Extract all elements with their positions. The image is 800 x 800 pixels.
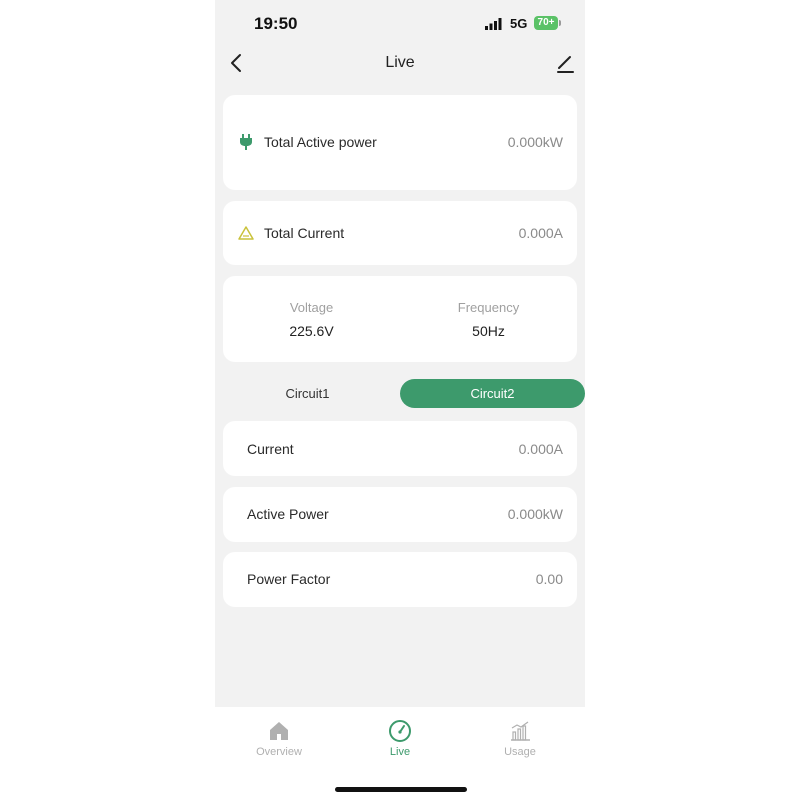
power-factor-value: 0.00 [535, 571, 563, 587]
nav-label-live: Live [389, 746, 411, 758]
home-icon [270, 722, 288, 740]
warning-triangle-icon [238, 226, 254, 240]
total-current-label: Total Current [264, 225, 345, 241]
circuit-tabs: Circuit1 Circuit2 [215, 379, 585, 409]
battery-tip [559, 20, 561, 26]
tab-circuit2[interactable]: Circuit2 [400, 379, 585, 408]
nav-label-overview: Overview [256, 746, 302, 758]
frequency-label: Frequency [457, 300, 520, 315]
total-active-power-card: Total Active power 0.000kW [223, 95, 577, 190]
nav-item-live[interactable]: Live [360, 719, 440, 758]
signal-icon [485, 18, 502, 30]
power-factor-card: Power Factor 0.00 [223, 552, 577, 607]
gauge-icon [389, 720, 411, 742]
voltage-label: Voltage [289, 300, 334, 315]
home-indicator[interactable] [335, 787, 467, 792]
status-time: 19:50 [254, 14, 298, 33]
phone-screen: 19:50 5G 70+ Live Total Active power 0.0… [215, 0, 585, 800]
current-label: Current [247, 441, 294, 457]
current-value: 0.000A [518, 441, 563, 457]
nav-label-usage: Usage [504, 746, 536, 758]
total-active-power-value: 0.000kW [507, 134, 563, 150]
active-power-label: Active Power [247, 506, 329, 522]
edit-pencil-icon[interactable] [555, 52, 575, 74]
current-card: Current 0.000A [223, 421, 577, 476]
active-power-card: Active Power 0.000kW [223, 487, 577, 542]
frequency-value: 50Hz [472, 323, 505, 339]
nav-item-overview[interactable]: Overview [239, 719, 319, 758]
battery-icon: 70+ [534, 16, 558, 30]
nav-item-usage[interactable]: Usage [480, 719, 560, 758]
active-power-value: 0.000kW [507, 506, 563, 522]
bar-chart-icon [511, 721, 530, 741]
power-factor-label: Power Factor [247, 571, 331, 587]
page-title: Live [385, 54, 415, 71]
total-current-card: Total Current 0.000A [223, 201, 577, 265]
network-type: 5G [510, 16, 528, 31]
total-active-power-label: Total Active power [264, 134, 377, 150]
tab-circuit1[interactable]: Circuit1 [235, 379, 380, 408]
voltage-frequency-card: Voltage 225.6V Frequency 50Hz [223, 276, 577, 362]
bottom-tab-bar: Overview Live Usage [215, 707, 585, 800]
plug-icon [240, 134, 252, 150]
nav-bar: Live [215, 46, 585, 80]
voltage-value: 225.6V [289, 323, 334, 339]
status-bar: 19:50 5G 70+ [215, 0, 585, 46]
total-current-value: 0.000A [518, 225, 563, 241]
